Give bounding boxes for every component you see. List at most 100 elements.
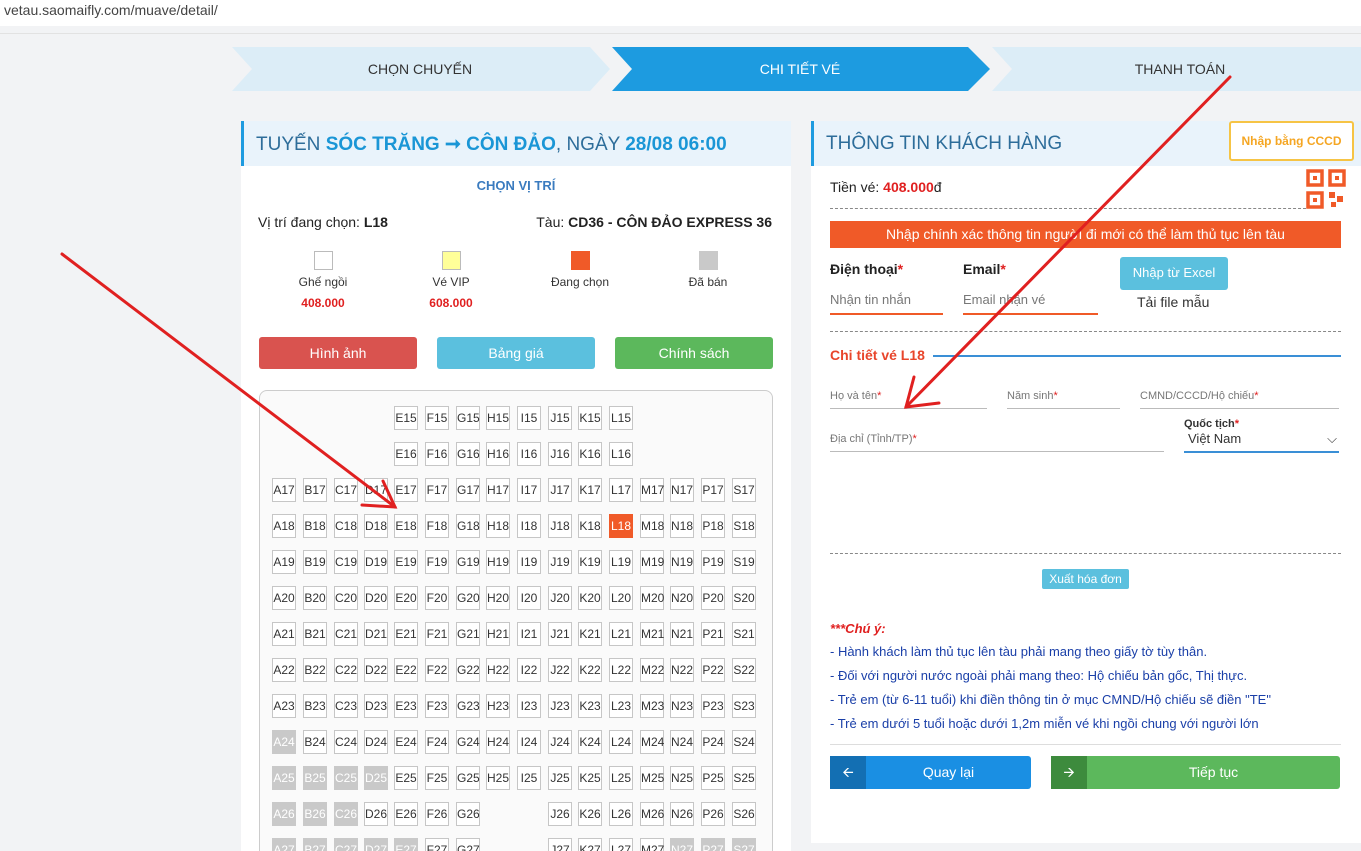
seat-f22[interactable]: F22 (425, 658, 449, 682)
seat-h16[interactable]: H16 (486, 442, 510, 466)
seat-s20[interactable]: S20 (732, 586, 756, 610)
back-button[interactable]: 🡨 Quay lại (830, 756, 1031, 789)
seat-f21[interactable]: F21 (425, 622, 449, 646)
cccd-input-button[interactable]: Nhập bằng CCCD (1229, 121, 1354, 161)
seat-m21[interactable]: M21 (640, 622, 664, 646)
seat-p17[interactable]: P17 (701, 478, 725, 502)
address-input[interactable]: Địa chỉ (Tỉnh/TP)* (830, 433, 1164, 452)
seat-c23[interactable]: C23 (334, 694, 358, 718)
price-table-button[interactable]: Bảng giá (437, 337, 595, 369)
import-excel-button[interactable]: Nhập từ Excel (1120, 257, 1228, 290)
seat-m20[interactable]: M20 (640, 586, 664, 610)
seat-s24[interactable]: S24 (732, 730, 756, 754)
seat-i16[interactable]: I16 (517, 442, 541, 466)
seat-s19[interactable]: S19 (732, 550, 756, 574)
seat-f26[interactable]: F26 (425, 802, 449, 826)
seat-a18[interactable]: A18 (272, 514, 296, 538)
seat-g23[interactable]: G23 (456, 694, 480, 718)
seat-a21[interactable]: A21 (272, 622, 296, 646)
seat-k22[interactable]: K22 (578, 658, 602, 682)
seat-f23[interactable]: F23 (425, 694, 449, 718)
seat-l16[interactable]: L16 (609, 442, 633, 466)
seat-f20[interactable]: F20 (425, 586, 449, 610)
seat-p26[interactable]: P26 (701, 802, 725, 826)
seat-l26[interactable]: L26 (609, 802, 633, 826)
seat-p22[interactable]: P22 (701, 658, 725, 682)
seat-b17[interactable]: B17 (303, 478, 327, 502)
seat-f24[interactable]: F24 (425, 730, 449, 754)
seat-k16[interactable]: K16 (578, 442, 602, 466)
seat-i24[interactable]: I24 (517, 730, 541, 754)
seat-h18[interactable]: H18 (486, 514, 510, 538)
seat-c17[interactable]: C17 (334, 478, 358, 502)
seat-e18[interactable]: E18 (394, 514, 418, 538)
seat-j26[interactable]: J26 (548, 802, 572, 826)
seat-c20[interactable]: C20 (334, 586, 358, 610)
seat-g21[interactable]: G21 (456, 622, 480, 646)
seat-m18[interactable]: M18 (640, 514, 664, 538)
seat-n23[interactable]: N23 (670, 694, 694, 718)
seat-g24[interactable]: G24 (456, 730, 480, 754)
seat-e26[interactable]: E26 (394, 802, 418, 826)
seat-j15[interactable]: J15 (548, 406, 572, 430)
seat-b23[interactable]: B23 (303, 694, 327, 718)
seat-i17[interactable]: I17 (517, 478, 541, 502)
seat-e17[interactable]: E17 (394, 478, 418, 502)
seat-d17[interactable]: D17 (364, 478, 388, 502)
seat-j27[interactable]: J27 (548, 838, 572, 851)
seat-h23[interactable]: H23 (486, 694, 510, 718)
seat-s26[interactable]: S26 (732, 802, 756, 826)
seat-p23[interactable]: P23 (701, 694, 725, 718)
seat-d22[interactable]: D22 (364, 658, 388, 682)
seat-l24[interactable]: L24 (609, 730, 633, 754)
seat-e19[interactable]: E19 (394, 550, 418, 574)
seat-g19[interactable]: G19 (456, 550, 480, 574)
seat-h25[interactable]: H25 (486, 766, 510, 790)
seat-g16[interactable]: G16 (456, 442, 480, 466)
seat-n24[interactable]: N24 (670, 730, 694, 754)
seat-f18[interactable]: F18 (425, 514, 449, 538)
seat-e25[interactable]: E25 (394, 766, 418, 790)
seat-h17[interactable]: H17 (486, 478, 510, 502)
seat-g20[interactable]: G20 (456, 586, 480, 610)
seat-j23[interactable]: J23 (548, 694, 572, 718)
seat-c19[interactable]: C19 (334, 550, 358, 574)
seat-i23[interactable]: I23 (517, 694, 541, 718)
seat-l22[interactable]: L22 (609, 658, 633, 682)
seat-s22[interactable]: S22 (732, 658, 756, 682)
seat-e23[interactable]: E23 (394, 694, 418, 718)
seat-m22[interactable]: M22 (640, 658, 664, 682)
seat-f17[interactable]: F17 (425, 478, 449, 502)
seat-l23[interactable]: L23 (609, 694, 633, 718)
qr-code-icon[interactable] (1306, 169, 1346, 209)
seat-g25[interactable]: G25 (456, 766, 480, 790)
invoice-button[interactable]: Xuất hóa đơn (1042, 569, 1129, 589)
seat-c22[interactable]: C22 (334, 658, 358, 682)
seat-e22[interactable]: E22 (394, 658, 418, 682)
seat-j17[interactable]: J17 (548, 478, 572, 502)
seat-a22[interactable]: A22 (272, 658, 296, 682)
seat-k27[interactable]: K27 (578, 838, 602, 851)
seat-l20[interactable]: L20 (609, 586, 633, 610)
full-name-input[interactable]: Họ và tên* (830, 390, 987, 409)
seat-g26[interactable]: G26 (456, 802, 480, 826)
seat-s21[interactable]: S21 (732, 622, 756, 646)
seat-b20[interactable]: B20 (303, 586, 327, 610)
continue-button[interactable]: 🡪 Tiếp tục (1051, 756, 1340, 789)
seat-e20[interactable]: E20 (394, 586, 418, 610)
seat-p18[interactable]: P18 (701, 514, 725, 538)
seat-h19[interactable]: H19 (486, 550, 510, 574)
seat-f25[interactable]: F25 (425, 766, 449, 790)
seat-i21[interactable]: I21 (517, 622, 541, 646)
seat-j16[interactable]: J16 (548, 442, 572, 466)
seat-b21[interactable]: B21 (303, 622, 327, 646)
email-input[interactable]: Email nhận vé (963, 292, 1098, 315)
seat-k18[interactable]: K18 (578, 514, 602, 538)
seat-n18[interactable]: N18 (670, 514, 694, 538)
seat-a20[interactable]: A20 (272, 586, 296, 610)
seat-n17[interactable]: N17 (670, 478, 694, 502)
seat-n22[interactable]: N22 (670, 658, 694, 682)
seat-c21[interactable]: C21 (334, 622, 358, 646)
seat-l17[interactable]: L17 (609, 478, 633, 502)
seat-s17[interactable]: S17 (732, 478, 756, 502)
